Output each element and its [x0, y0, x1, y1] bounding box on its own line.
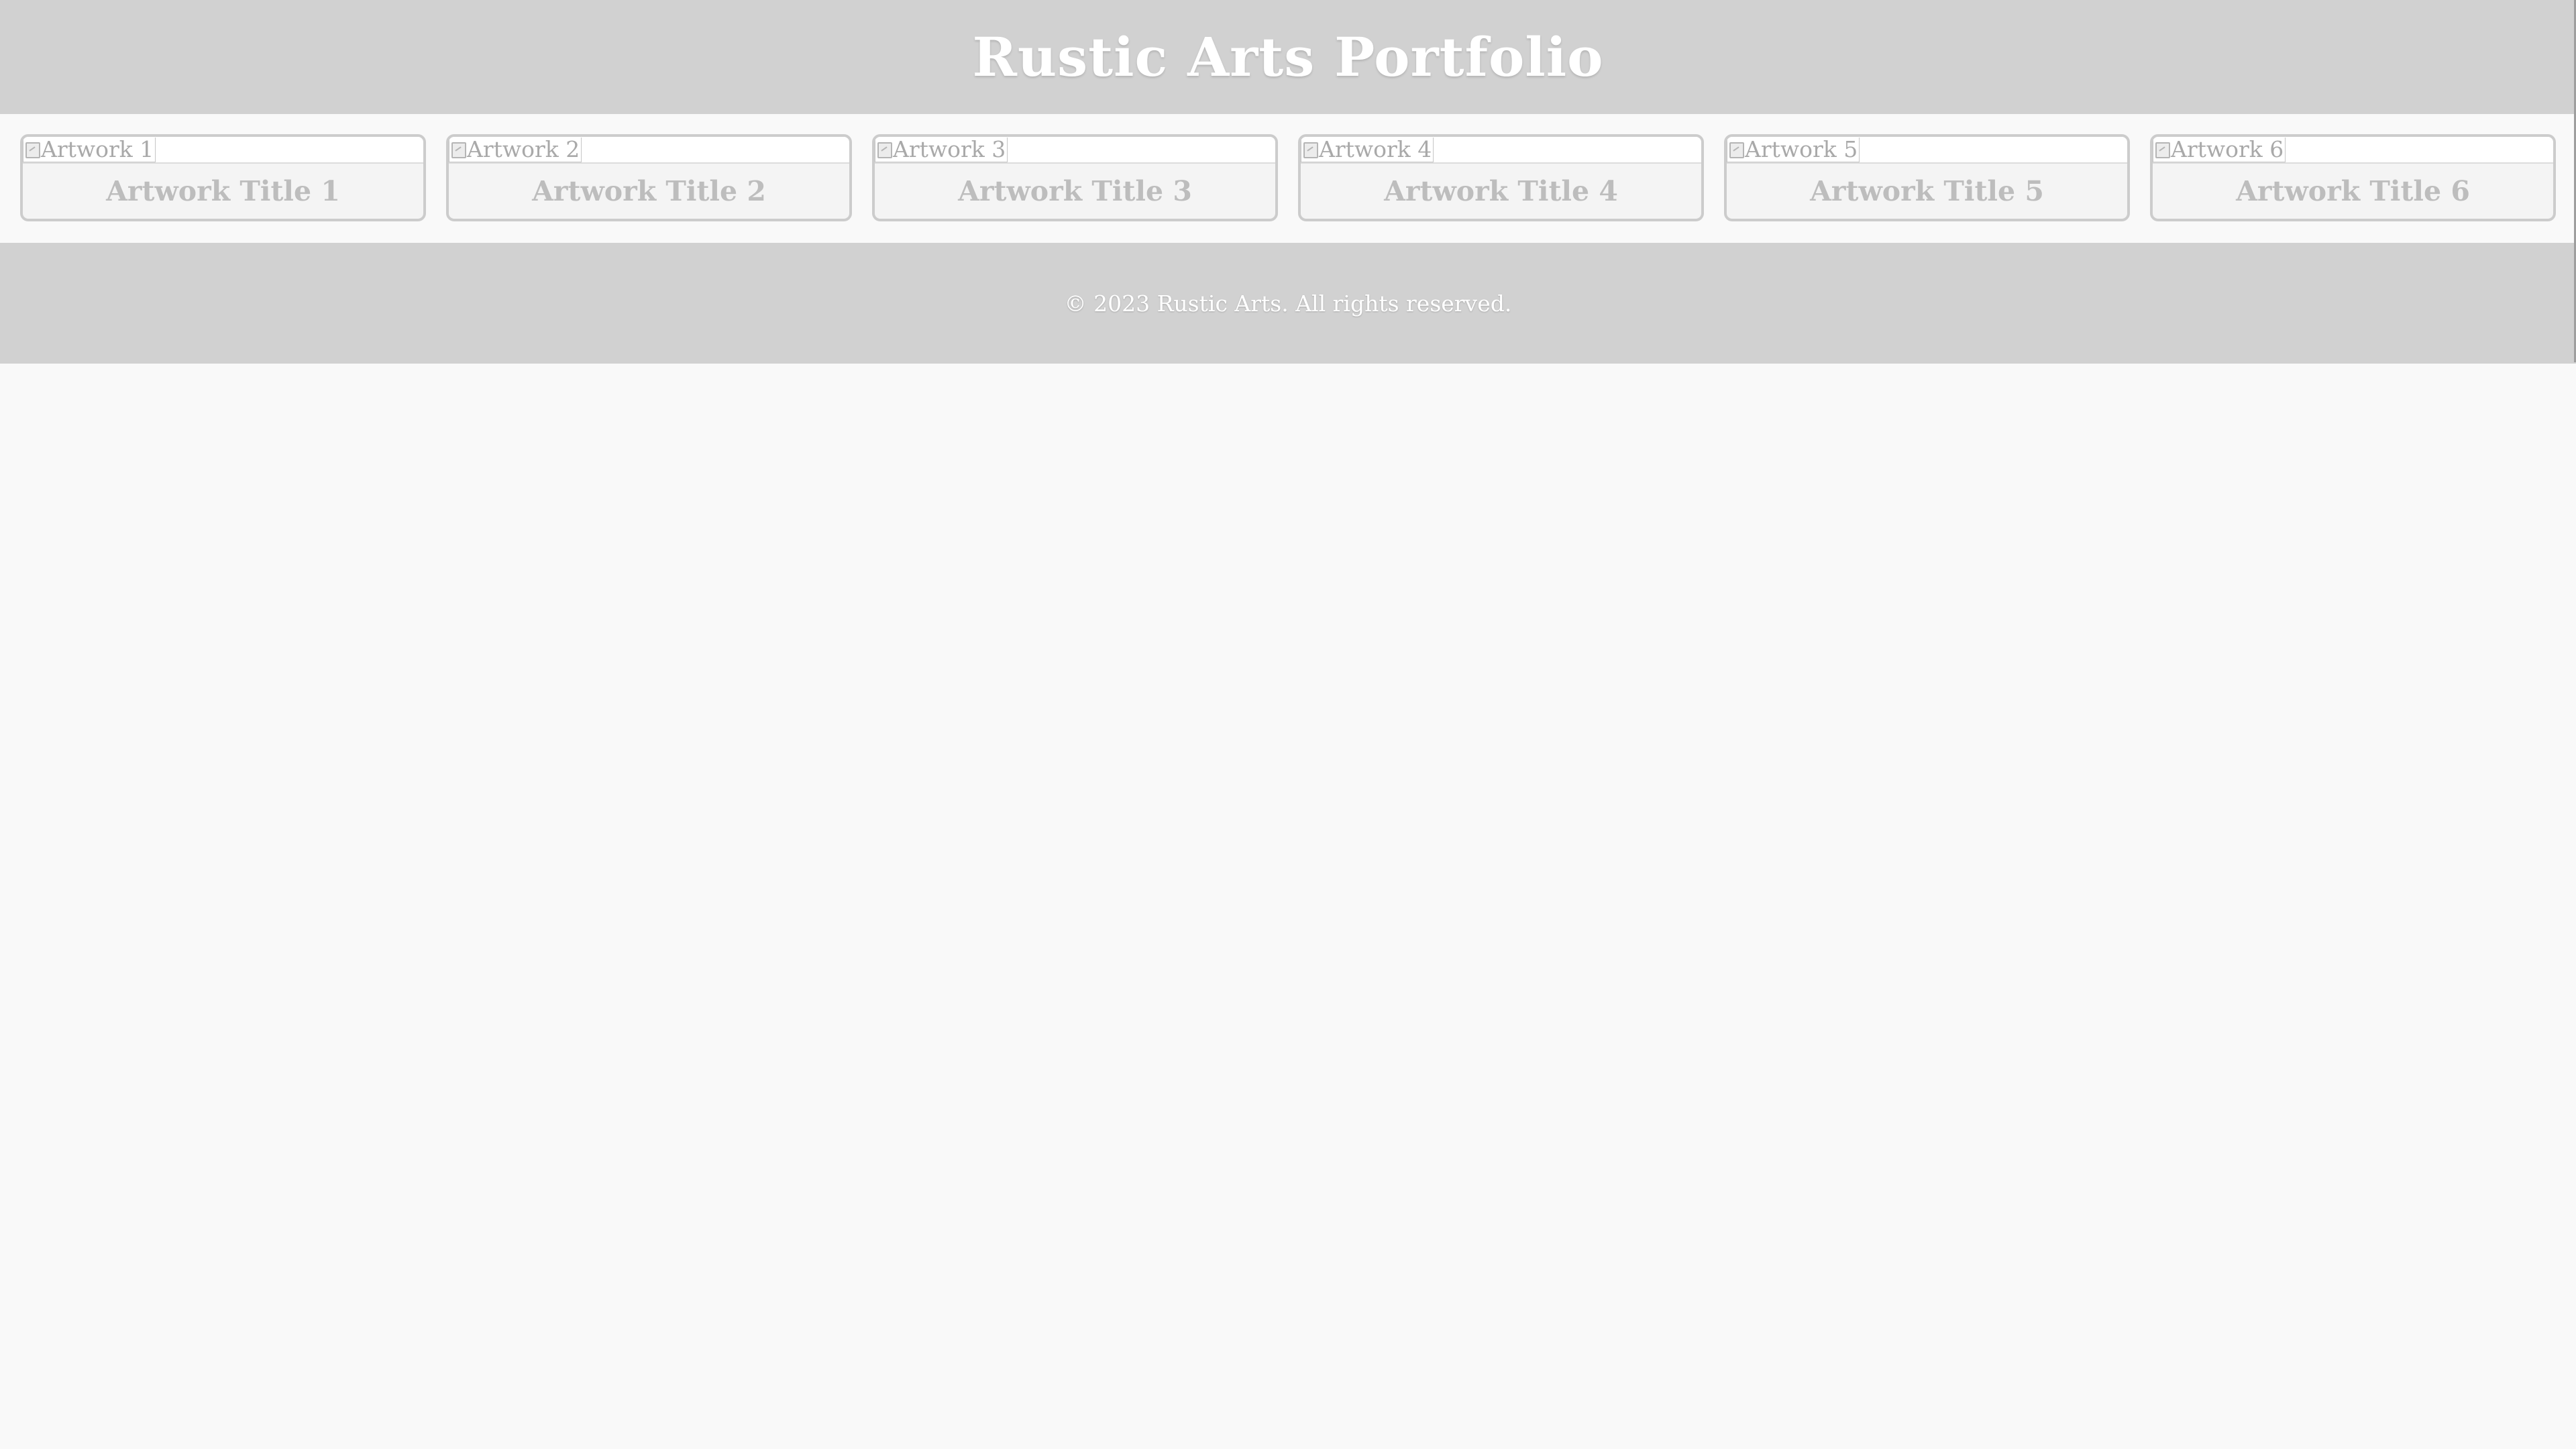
- broken-image-placeholder: Artwork 6: [2153, 138, 2286, 162]
- artwork-image-alt: Artwork 4: [1319, 136, 1432, 162]
- broken-image-icon: [2153, 140, 2171, 160]
- artwork-title: Artwork Title 4: [1384, 175, 1618, 207]
- broken-image-placeholder: Artwork 5: [1727, 138, 1860, 162]
- artwork-card[interactable]: Artwork 5 Artwork Title 5: [1724, 134, 2130, 221]
- broken-image-icon: [23, 140, 41, 160]
- broken-image-icon: [875, 140, 893, 160]
- artwork-title: Artwork Title 1: [106, 175, 340, 207]
- broken-image-placeholder: Artwork 4: [1301, 138, 1434, 162]
- broken-image-icon: [1301, 140, 1319, 160]
- artwork-image[interactable]: Artwork 4: [1301, 137, 1701, 164]
- artwork-image-alt: Artwork 3: [893, 136, 1006, 162]
- artwork-image[interactable]: Artwork 5: [1727, 137, 2127, 164]
- broken-image-icon: [1727, 140, 1745, 160]
- artwork-card[interactable]: Artwork 3 Artwork Title 3: [872, 134, 1278, 221]
- artwork-image[interactable]: Artwork 1: [23, 137, 423, 164]
- artwork-card[interactable]: Artwork 4 Artwork Title 4: [1298, 134, 1704, 221]
- artwork-title: Artwork Title 2: [532, 175, 766, 207]
- artwork-title: Artwork Title 3: [958, 175, 1192, 207]
- artwork-title: Artwork Title 6: [2236, 175, 2470, 207]
- artwork-card[interactable]: Artwork 6 Artwork Title 6: [2150, 134, 2556, 221]
- artwork-image[interactable]: Artwork 3: [875, 137, 1275, 164]
- artwork-gallery: Artwork 1 Artwork Title 1 Artwork 2 Artw…: [0, 114, 2576, 243]
- artwork-image-alt: Artwork 2: [467, 136, 580, 162]
- page-footer: © 2023 Rustic Arts. All rights reserved.: [0, 243, 2576, 364]
- artwork-card[interactable]: Artwork 2 Artwork Title 2: [446, 134, 852, 221]
- artwork-image-alt: Artwork 5: [1745, 136, 1858, 162]
- broken-image-placeholder: Artwork 1: [23, 138, 156, 162]
- broken-image-placeholder: Artwork 3: [875, 138, 1008, 162]
- artwork-card[interactable]: Artwork 1 Artwork Title 1: [20, 134, 426, 221]
- artwork-image-alt: Artwork 1: [41, 136, 154, 162]
- artwork-image-alt: Artwork 6: [2171, 136, 2284, 162]
- artwork-title: Artwork Title 5: [1810, 175, 2044, 207]
- copyright-text: © 2023 Rustic Arts. All rights reserved.: [1064, 290, 1512, 317]
- page-header: Rustic Arts Portfolio: [0, 0, 2576, 114]
- page-title: Rustic Arts Portfolio: [972, 25, 1604, 89]
- artwork-image[interactable]: Artwork 6: [2153, 137, 2553, 164]
- broken-image-placeholder: Artwork 2: [449, 138, 582, 162]
- broken-image-icon: [449, 140, 467, 160]
- artwork-image[interactable]: Artwork 2: [449, 137, 849, 164]
